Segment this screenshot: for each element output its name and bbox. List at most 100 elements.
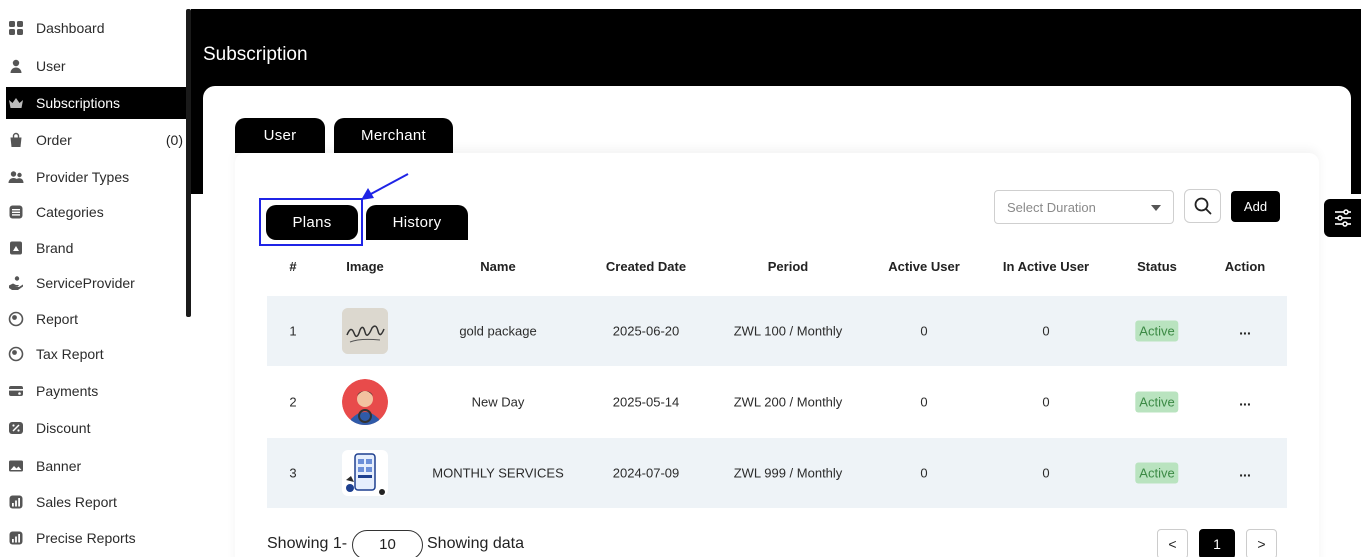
- table-row: 2 New Day 2025-05-14 ZWL 200 / Monthly 0…: [267, 367, 1287, 437]
- report-icon: [8, 311, 24, 327]
- shopping-bag-icon: [8, 132, 24, 148]
- table-row: 1 gold package 2025-06-20 ZWL 100 / Mont…: [267, 296, 1287, 366]
- sidebar-item-label: Sales Report: [36, 494, 117, 510]
- annotation-arrow-icon: [361, 173, 409, 200]
- sidebar-item-label: Report: [36, 311, 79, 327]
- row-number: 3: [289, 465, 297, 481]
- showing-suffix: Showing data: [427, 535, 524, 552]
- plan-period: ZWL 999 / Monthly: [733, 465, 843, 481]
- discount-icon: [8, 420, 24, 436]
- chart-icon: [8, 494, 24, 510]
- showing-prefix: Showing 1-: [267, 535, 348, 552]
- sidebar-item-label: Precise Reports: [36, 530, 136, 546]
- sidebar-item-order[interactable]: Order (0): [6, 124, 186, 156]
- active-user-count: 0: [920, 465, 928, 481]
- image-icon: [8, 458, 24, 474]
- column-header-image: Image: [346, 259, 384, 274]
- sidebar-item-user[interactable]: User: [6, 50, 186, 82]
- row-number: 2: [289, 394, 297, 410]
- user-icon: [8, 58, 24, 74]
- signature-thumbnail: [342, 308, 388, 354]
- plan-name: gold package: [459, 323, 537, 339]
- sidebar-item-provider-types[interactable]: Provider Types: [6, 161, 186, 193]
- sidebar-item-dashboard[interactable]: Dashboard: [6, 12, 186, 44]
- settings-toggle-button[interactable]: [1324, 199, 1361, 237]
- tax-icon: [8, 346, 24, 362]
- created-date: 2025-06-20: [612, 323, 680, 339]
- next-page-button[interactable]: >: [1246, 529, 1277, 557]
- sidebar-item-label: Payments: [36, 383, 99, 399]
- status-badge: Active: [1135, 391, 1179, 413]
- page: Dashboard User Subscriptions Order (0) P…: [0, 0, 1361, 557]
- payments-icon: [8, 383, 24, 399]
- search-button[interactable]: [1184, 189, 1221, 223]
- prev-page-button[interactable]: <: [1157, 529, 1188, 557]
- created-date: 2025-05-14: [612, 394, 680, 410]
- sidebar-item-label: Categories: [36, 204, 104, 220]
- sidebar-item-label: User: [36, 58, 66, 74]
- sidebar-item-label: Discount: [36, 420, 91, 436]
- more-actions-icon[interactable]: ...: [1239, 463, 1251, 479]
- hand-icon: [8, 275, 24, 291]
- sidebar-item-report[interactable]: Report: [6, 303, 186, 335]
- column-header-number: #: [289, 259, 297, 274]
- order-count-badge: (0): [165, 132, 183, 148]
- status-badge: Active: [1135, 462, 1179, 484]
- sidebar-item-discount[interactable]: Discount: [6, 412, 186, 444]
- more-actions-icon[interactable]: ...: [1239, 392, 1251, 408]
- sidebar-item-categories[interactable]: Categories: [6, 196, 186, 228]
- tag-icon: [8, 240, 24, 256]
- column-header-status: Status: [1137, 259, 1177, 274]
- plan-period: ZWL 100 / Monthly: [733, 323, 843, 339]
- column-header-period: Period: [767, 259, 809, 274]
- chevron-down-icon: [1151, 205, 1161, 211]
- column-header-name: Name: [480, 259, 516, 274]
- plan-period: ZWL 200 / Monthly: [733, 394, 843, 410]
- sidebar-item-label: Provider Types: [36, 169, 130, 185]
- sliders-icon: [1334, 209, 1351, 227]
- created-date: 2024-07-09: [612, 465, 680, 481]
- sidebar-item-payments[interactable]: Payments: [6, 375, 186, 407]
- row-number: 1: [289, 323, 297, 339]
- column-header-created-date: Created Date: [605, 259, 687, 274]
- crown-icon: [8, 95, 24, 111]
- inactive-user-count: 0: [1042, 394, 1050, 410]
- sidebar-item-label: Order: [36, 132, 72, 148]
- sidebar-item-sales-report[interactable]: Sales Report: [6, 486, 186, 518]
- tab-user[interactable]: User: [235, 118, 325, 153]
- duration-select[interactable]: Select Duration: [994, 190, 1174, 224]
- chart-icon: [8, 530, 24, 546]
- add-button[interactable]: Add: [1231, 191, 1280, 222]
- users-icon: [8, 169, 24, 185]
- search-icon: [1194, 197, 1211, 215]
- sidebar-item-label: Subscriptions: [36, 95, 121, 111]
- sidebar-item-serviceprovider[interactable]: ServiceProvider: [6, 267, 186, 299]
- sidebar-item-label: Banner: [36, 458, 82, 474]
- status-badge: Active: [1135, 320, 1179, 342]
- active-user-count: 0: [920, 323, 928, 339]
- page-title: Subscription: [203, 44, 308, 65]
- sidebar-item-banner[interactable]: Banner: [6, 450, 186, 482]
- plan-name: MONTHLY SERVICES: [432, 465, 564, 481]
- dashboard-icon: [8, 20, 24, 36]
- avatar-thumbnail: [342, 379, 388, 425]
- page-1-button[interactable]: 1: [1199, 529, 1235, 557]
- sidebar-item-subscriptions[interactable]: Subscriptions: [6, 87, 186, 119]
- list-icon: [8, 204, 24, 220]
- column-header-active-user: Active User: [888, 259, 960, 274]
- table-row: 3 MONTHLY SERVICES 2024-07-09 ZWL 999 / …: [267, 438, 1287, 508]
- tab-merchant[interactable]: Merchant: [334, 118, 453, 153]
- plan-name: New Day: [471, 394, 525, 410]
- sidebar-item-brand[interactable]: Brand: [6, 232, 186, 264]
- per-page-input[interactable]: 10: [352, 530, 423, 557]
- inactive-user-count: 0: [1042, 465, 1050, 481]
- tab-history[interactable]: History: [366, 205, 468, 240]
- more-actions-icon[interactable]: ...: [1239, 321, 1251, 337]
- sidebar-item-tax-report[interactable]: Tax Report: [6, 338, 186, 370]
- column-header-action: Action: [1224, 259, 1266, 274]
- duration-select-placeholder: Select Duration: [1007, 199, 1096, 215]
- sidebar-item-label: Brand: [36, 240, 74, 256]
- sidebar-item-precise-reports[interactable]: Precise Reports: [6, 522, 186, 554]
- plans-highlight-box: [259, 198, 363, 246]
- sidebar-item-label: Tax Report: [36, 346, 104, 362]
